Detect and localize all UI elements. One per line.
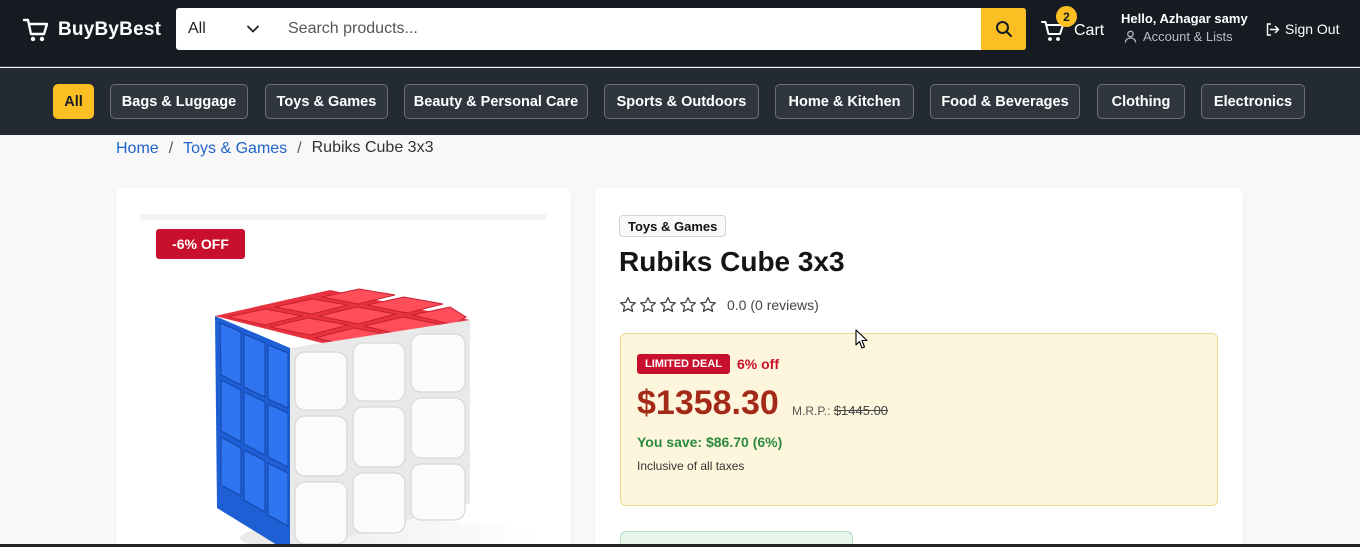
product-image-card: -6% OFF — [116, 188, 571, 547]
category-chip-label: Home & Kitchen — [788, 93, 901, 110]
brand-logo[interactable]: BuyByBest — [22, 16, 161, 44]
discount-badge: -6% OFF — [156, 229, 245, 259]
mrp-info: M.R.P.: $1445.00 — [792, 403, 888, 418]
top-header: BuyByBest All 2 Cart Hello, Azhagar samy — [0, 0, 1360, 67]
category-chip-toys-games[interactable]: Toys & Games — [265, 84, 388, 119]
cart-count-badge: 2 — [1056, 6, 1077, 27]
user-icon — [1124, 30, 1137, 43]
cart-button[interactable]: 2 Cart — [1040, 6, 1105, 44]
sign-out-icon — [1266, 22, 1280, 36]
brand-name: BuyByBest — [58, 19, 162, 40]
category-chip-label: Clothing — [1111, 93, 1171, 110]
category-chip-all[interactable]: All — [53, 84, 94, 119]
search-bar: All — [176, 8, 1026, 50]
search-icon — [995, 21, 1012, 37]
mouse-cursor-icon — [855, 329, 868, 349]
product-rating[interactable]: 0.0 (0 reviews) — [619, 296, 819, 314]
product-image[interactable] — [140, 268, 546, 547]
star-empty-icon — [679, 296, 697, 313]
star-empty-icon — [639, 296, 657, 313]
category-chip-label: Electronics — [1213, 93, 1293, 110]
deal-price-box: LIMITED DEAL 6% off $1358.30 M.R.P.: $14… — [620, 333, 1218, 506]
star-empty-icon — [659, 296, 677, 313]
category-chip-label: Food & Beverages — [941, 93, 1069, 110]
category-chip-home-kitchen[interactable]: Home & Kitchen — [775, 84, 914, 119]
limited-deal-badge: LIMITED DEAL — [637, 354, 730, 374]
search-button[interactable] — [981, 8, 1026, 50]
mrp-label: M.R.P.: — [792, 404, 831, 418]
category-chip-electronics[interactable]: Electronics — [1201, 84, 1305, 119]
sign-out-button[interactable]: Sign Out — [1265, 21, 1339, 37]
product-price: $1358.30 — [637, 384, 779, 422]
category-chip-clothing[interactable]: Clothing — [1097, 84, 1185, 119]
image-top-divider — [140, 214, 546, 220]
product-info-card: Toys & Games Rubiks Cube 3x3 0.0 (0 revi… — [595, 188, 1243, 547]
breadcrumb-current: Rubiks Cube 3x3 — [311, 138, 434, 156]
chevron-down-icon — [247, 25, 259, 33]
search-category-select[interactable]: All — [176, 8, 274, 50]
search-input[interactable] — [274, 8, 981, 50]
category-chip-food[interactable]: Food & Beverages — [930, 84, 1080, 119]
category-chip-label: Toys & Games — [276, 93, 377, 110]
category-chip-label: Bags & Luggage — [121, 93, 237, 110]
mrp-value: $1445.00 — [833, 403, 889, 418]
breadcrumb-home[interactable]: Home — [116, 140, 159, 158]
rubiks-cube-image — [215, 288, 540, 547]
product-title: Rubiks Cube 3x3 — [619, 246, 845, 277]
product-category-tag[interactable]: Toys & Games — [619, 215, 727, 237]
category-chip-label: All — [64, 93, 83, 110]
account-greeting: Hello, Azhagar samy — [1121, 11, 1248, 26]
breadcrumb: Home / Toys & Games / Rubiks Cube 3x3 — [116, 138, 434, 158]
tax-note: Inclusive of all taxes — [637, 459, 745, 473]
category-chip-bags-luggage[interactable]: Bags & Luggage — [110, 84, 248, 119]
breadcrumb-separator: / — [168, 140, 174, 157]
breadcrumb-separator: / — [297, 140, 302, 157]
deal-percent-off: 6% off — [737, 356, 779, 372]
breadcrumb-category[interactable]: Toys & Games — [183, 140, 287, 158]
cart-logo-icon — [22, 18, 49, 42]
star-empty-icon — [699, 296, 717, 313]
account-menu[interactable]: Hello, Azhagar samy Account & Lists — [1121, 11, 1248, 44]
category-chip-beauty[interactable]: Beauty & Personal Care — [404, 84, 588, 119]
star-empty-icon — [619, 296, 637, 313]
cart-label: Cart — [1074, 22, 1105, 39]
savings-text: You save: $86.70 (6%) — [637, 434, 783, 450]
account-lists-label: Account & Lists — [1143, 29, 1233, 44]
search-category-value: All — [188, 20, 206, 37]
sign-out-label: Sign Out — [1285, 21, 1340, 37]
category-nav: All Bags & Luggage Toys & Games Beauty &… — [0, 68, 1360, 135]
category-chip-label: Sports & Outdoors — [616, 93, 747, 110]
category-chip-sports[interactable]: Sports & Outdoors — [604, 84, 759, 119]
rating-text: 0.0 (0 reviews) — [727, 297, 819, 313]
category-chip-label: Beauty & Personal Care — [413, 93, 579, 110]
